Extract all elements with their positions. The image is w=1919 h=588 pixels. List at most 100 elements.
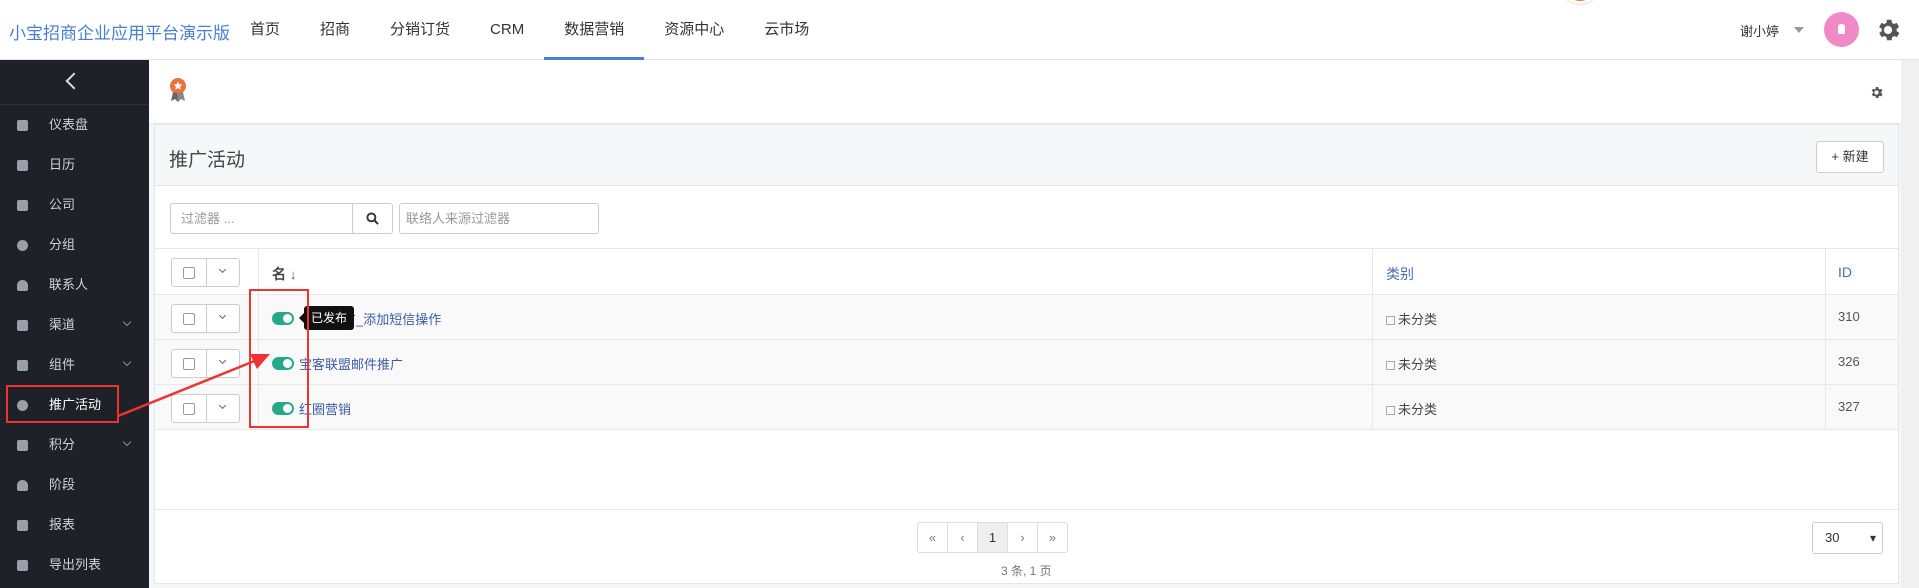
building-icon <box>17 200 28 211</box>
category-cell: 未分类 <box>1386 354 1437 373</box>
panel-header: 推广活动 + 新建 <box>155 125 1898 186</box>
puzzle-icon <box>17 360 28 371</box>
chevron-down-icon[interactable] <box>218 311 227 320</box>
nav-distribution[interactable]: 分销订货 <box>370 0 470 60</box>
row-checkbox-group[interactable] <box>171 304 240 333</box>
user-menu-caret-icon[interactable] <box>1794 27 1804 33</box>
id-cell: 327 <box>1838 399 1860 414</box>
annotation-box-sidebar <box>6 385 119 423</box>
table-row[interactable]: 广_添加短信操作 已发布 未分类 310 <box>155 295 1898 340</box>
sidebar-item-calendar[interactable]: 日历 <box>0 145 149 185</box>
sidebar-item-label: 组件 <box>49 357 76 372</box>
sidebar-item-label: 导出列表 <box>49 557 102 572</box>
select-all-checkbox-group[interactable] <box>171 258 240 287</box>
category-cell: 未分类 <box>1386 309 1437 328</box>
column-header-id[interactable]: ID <box>1838 264 1852 280</box>
sidebar-item-label: 仪表盘 <box>49 117 89 132</box>
calendar-icon <box>17 160 28 171</box>
column-header-name[interactable]: 名 ↓ <box>272 264 296 284</box>
filter-search-button[interactable] <box>352 203 393 234</box>
page-title: 推广活动 <box>169 150 246 171</box>
page-first-button[interactable]: « <box>917 522 948 553</box>
sidebar-item-label: 阶段 <box>49 477 76 492</box>
sidebar-item-export-list[interactable]: 导出列表 <box>0 545 149 585</box>
sidebar-item-contacts[interactable]: 联系人 <box>0 265 149 305</box>
sort-icon[interactable]: ↓ <box>290 267 297 282</box>
search-icon <box>366 212 379 225</box>
download-icon <box>17 560 28 571</box>
checkbox[interactable] <box>183 267 195 279</box>
sidebar-item-label: 联系人 <box>49 277 89 292</box>
sidebar-item-label: 积分 <box>49 437 76 452</box>
settings-gear-icon[interactable] <box>1874 16 1902 44</box>
sidebar-item-stages[interactable]: 阶段 <box>0 465 149 505</box>
sidebar-item-components[interactable]: 组件 <box>0 345 149 385</box>
chevron-down-icon <box>122 317 132 327</box>
notification-blob <box>1560 0 1600 4</box>
sidebar-item-channels[interactable]: 渠道 <box>0 305 149 345</box>
gauge-icon <box>17 480 28 491</box>
sidebar-item-points[interactable]: 积分 <box>0 425 149 465</box>
category-cell: 未分类 <box>1386 399 1437 418</box>
page-next-button[interactable]: › <box>1007 522 1038 553</box>
campaigns-panel: 推广活动 + 新建 过滤器 ... 联络人来源过滤器 名 ↓ 类别 ID 广_添… <box>154 124 1899 584</box>
sidebar-item-dashboard[interactable]: 仪表盘 <box>0 105 149 145</box>
column-header-category[interactable]: 类别 <box>1386 264 1414 284</box>
nav-crm[interactable]: CRM <box>470 0 544 60</box>
pagination: « ‹ 1 › » <box>917 522 1068 553</box>
nav-merchant[interactable]: 招商 <box>300 0 370 60</box>
page-last-button[interactable]: » <box>1037 522 1068 553</box>
row-checkbox-group[interactable] <box>171 349 240 378</box>
chevron-down-icon[interactable] <box>218 401 227 410</box>
folder-icon <box>1386 316 1395 325</box>
nav-cloud-market[interactable]: 云市场 <box>744 0 829 60</box>
campaign-name-link[interactable]: 宝客联盟邮件推广 <box>299 354 403 373</box>
chevron-down-icon <box>122 357 132 367</box>
contact-source-filter[interactable]: 联络人来源过滤器 <box>399 203 599 234</box>
sidebar-item-label: 日历 <box>49 157 76 172</box>
page-size-select[interactable]: 30 <box>1812 522 1883 554</box>
top-bar: 小宝招商企业应用平台演示版 首页 招商 分销订货 CRM 数据营销 资源中心 云… <box>0 0 1919 60</box>
app-header <box>149 60 1919 124</box>
filter-input[interactable]: 过滤器 ... <box>170 203 353 234</box>
chevron-down-icon[interactable] <box>218 356 227 365</box>
chevron-down-icon[interactable] <box>218 265 227 274</box>
id-cell: 326 <box>1838 354 1860 369</box>
pagination-summary: 3 条, 1 页 <box>1001 564 1052 578</box>
row-checkbox-group[interactable] <box>171 394 240 423</box>
campaign-name-link[interactable]: 广_添加短信操作 <box>343 309 441 328</box>
table-row[interactable]: 宝客联盟邮件推广 未分类 326 <box>155 340 1898 385</box>
table-row[interactable]: 红圈营销 未分类 327 <box>155 385 1898 430</box>
checkbox[interactable] <box>183 358 195 370</box>
page-settings-gear-icon[interactable] <box>1869 85 1884 100</box>
avatar[interactable] <box>1824 12 1859 47</box>
filter-bar: 过滤器 ... 联络人来源过滤器 <box>155 186 1898 249</box>
nav-resource-center[interactable]: 资源中心 <box>644 0 744 60</box>
folder-icon <box>1386 406 1395 415</box>
line-chart-icon <box>17 520 28 531</box>
user-name[interactable]: 谢小婷 <box>1740 21 1779 40</box>
id-cell: 310 <box>1838 309 1860 324</box>
sidebar-collapse-button[interactable] <box>0 60 149 105</box>
scrollbar[interactable] <box>1901 60 1919 588</box>
sidebar-item-groups[interactable]: 分组 <box>0 225 149 265</box>
chevron-left-icon <box>65 72 83 90</box>
nav-data-marketing[interactable]: 数据营销 <box>544 0 645 60</box>
sidebar-item-company[interactable]: 公司 <box>0 185 149 225</box>
ribbon-badge-icon <box>170 78 186 102</box>
page-current[interactable]: 1 <box>977 522 1008 553</box>
brand-title[interactable]: 小宝招商企业应用平台演示版 <box>9 19 230 44</box>
nav-home[interactable]: 首页 <box>230 0 300 60</box>
sidebar-item-reports[interactable]: 报表 <box>0 505 149 545</box>
checkbox[interactable] <box>183 313 195 325</box>
sidebar-item-label: 分组 <box>49 237 76 252</box>
calculator-icon <box>17 440 28 451</box>
campaigns-table: 名 ↓ 类别 ID 广_添加短信操作 已发布 未分类 310 宝客联盟邮件推广 … <box>155 249 1898 430</box>
page-prev-button[interactable]: ‹ <box>947 522 978 553</box>
checkbox[interactable] <box>183 403 195 415</box>
dashboard-icon <box>17 120 28 131</box>
main-nav: 首页 招商 分销订货 CRM 数据营销 资源中心 云市场 <box>230 0 829 60</box>
rss-icon <box>17 320 28 331</box>
sidebar-item-label: 渠道 <box>49 317 76 332</box>
new-campaign-button[interactable]: + 新建 <box>1816 141 1884 173</box>
